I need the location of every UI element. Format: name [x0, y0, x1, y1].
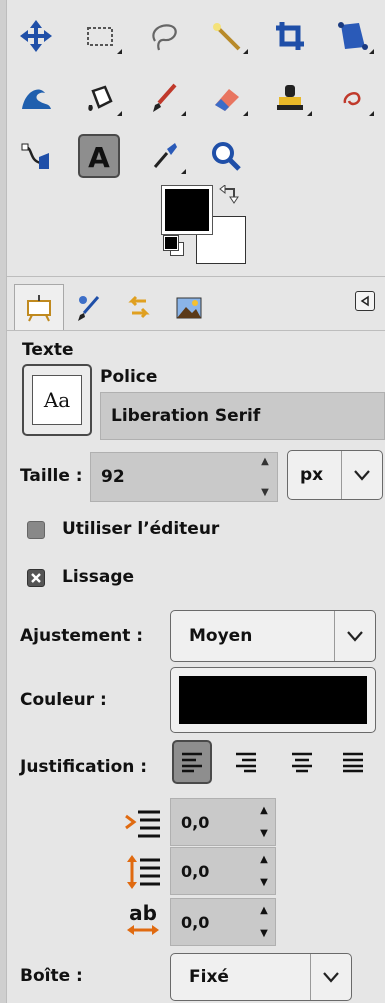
size-unit-value: px — [300, 465, 324, 485]
indent-input[interactable]: 0,0 ▲ ▼ — [170, 798, 276, 846]
swap-colors-icon[interactable] — [216, 185, 242, 211]
justify-label: Justification : — [20, 757, 148, 777]
indent-icon — [125, 810, 160, 838]
justify-fill-button[interactable] — [333, 740, 373, 784]
checkmark-icon — [31, 573, 41, 583]
tab-images[interactable] — [164, 284, 214, 332]
svg-text:ab: ab — [129, 901, 157, 925]
chevron-down-icon — [310, 954, 351, 1000]
justify-fill-icon — [343, 752, 363, 773]
clone-stamp-icon[interactable] — [268, 76, 312, 120]
rect-select-icon[interactable] — [78, 14, 122, 58]
size-spinner[interactable]: ▲ ▼ — [254, 456, 276, 498]
size-label: Taille : — [20, 466, 83, 486]
undo-history-icon — [128, 295, 150, 319]
divider — [6, 276, 385, 277]
box-label: Boîte : — [20, 966, 83, 986]
antialias-checkbox[interactable] — [27, 569, 45, 587]
indent-value: 0,0 — [181, 812, 210, 832]
magic-wand-icon[interactable] — [204, 14, 248, 58]
font-selector-button[interactable]: Aa — [22, 364, 92, 436]
letter-spacing-value: 0,0 — [181, 912, 210, 932]
dock-left-border — [0, 0, 7, 1003]
tab-menu-button[interactable] — [355, 291, 375, 311]
color-label: Couleur : — [20, 690, 107, 710]
hinting-label: Ajustement : — [20, 626, 144, 646]
size-value: 92 — [101, 467, 125, 487]
default-colors-icon[interactable] — [163, 235, 179, 251]
justify-right-icon — [236, 752, 256, 773]
line-spacing-icon — [127, 855, 160, 889]
tab-tool-options[interactable] — [14, 284, 64, 331]
bucket-fill-icon[interactable] — [78, 76, 122, 120]
size-unit-dropdown[interactable]: px — [287, 450, 383, 500]
line-spacing-value: 0,0 — [181, 861, 210, 881]
antialias-label: Lissage — [62, 567, 135, 587]
unified-transform-icon[interactable] — [330, 14, 374, 58]
text-color-swatch — [179, 676, 367, 724]
text-icon[interactable]: A — [78, 134, 120, 178]
lasso-icon[interactable] — [142, 14, 186, 58]
tab-undo-history[interactable] — [114, 284, 164, 332]
box-mode-dropdown[interactable]: Fixé — [170, 953, 352, 1001]
line-spacing-spinner[interactable]: ▲ ▼ — [253, 848, 275, 894]
svg-text:A: A — [88, 141, 110, 173]
divider — [6, 330, 385, 331]
tab-menu-icon — [360, 295, 369, 307]
tab-brushes[interactable] — [64, 284, 114, 332]
justify-left-button[interactable] — [172, 740, 212, 784]
spin-up-icon[interactable]: ▲ — [261, 456, 269, 467]
brush-icon — [78, 296, 100, 321]
use-editor-checkbox[interactable] — [27, 521, 45, 539]
color-picker-icon[interactable] — [142, 134, 186, 178]
warp-icon[interactable] — [14, 76, 58, 120]
line-spacing-input[interactable]: 0,0 ▲ ▼ — [170, 847, 276, 895]
justify-left-icon — [182, 752, 202, 773]
section-title: Texte — [22, 340, 74, 360]
justify-right-button[interactable] — [226, 740, 266, 784]
letter-spacing-icon: ab — [127, 901, 159, 935]
dock-tabs — [14, 284, 214, 332]
foreground-color-swatch[interactable] — [161, 185, 213, 235]
move-icon[interactable] — [14, 14, 58, 58]
paintbrush-icon[interactable] — [142, 76, 186, 120]
tool-options-icon — [27, 295, 51, 322]
box-mode-value: Fixé — [189, 967, 229, 987]
chevron-down-icon — [341, 451, 382, 499]
hinting-dropdown[interactable]: Moyen — [170, 610, 376, 662]
justify-center-button[interactable] — [282, 740, 322, 784]
hinting-value: Moyen — [189, 626, 253, 646]
font-label: Police — [100, 367, 158, 387]
smudge-icon[interactable] — [330, 76, 374, 120]
text-color-button[interactable] — [170, 667, 376, 733]
eraser-icon[interactable] — [204, 76, 248, 120]
chevron-down-icon — [334, 611, 375, 661]
zoom-icon[interactable] — [204, 134, 248, 178]
font-input[interactable]: Liberation Serif — [100, 392, 385, 440]
paths-icon[interactable] — [14, 134, 58, 178]
indent-spinner[interactable]: ▲ ▼ — [253, 799, 275, 845]
crop-icon[interactable] — [268, 14, 312, 58]
letter-spacing-input[interactable]: 0,0 ▲ ▼ — [170, 898, 276, 946]
letter-spacing-spinner[interactable]: ▲ ▼ — [253, 899, 275, 945]
images-icon — [176, 297, 202, 319]
use-editor-label: Utiliser l’éditeur — [62, 519, 220, 539]
justify-center-icon — [292, 752, 312, 773]
spin-down-icon[interactable]: ▼ — [261, 487, 269, 498]
font-preview: Aa — [32, 375, 82, 425]
size-input[interactable]: 92 — [90, 452, 278, 502]
